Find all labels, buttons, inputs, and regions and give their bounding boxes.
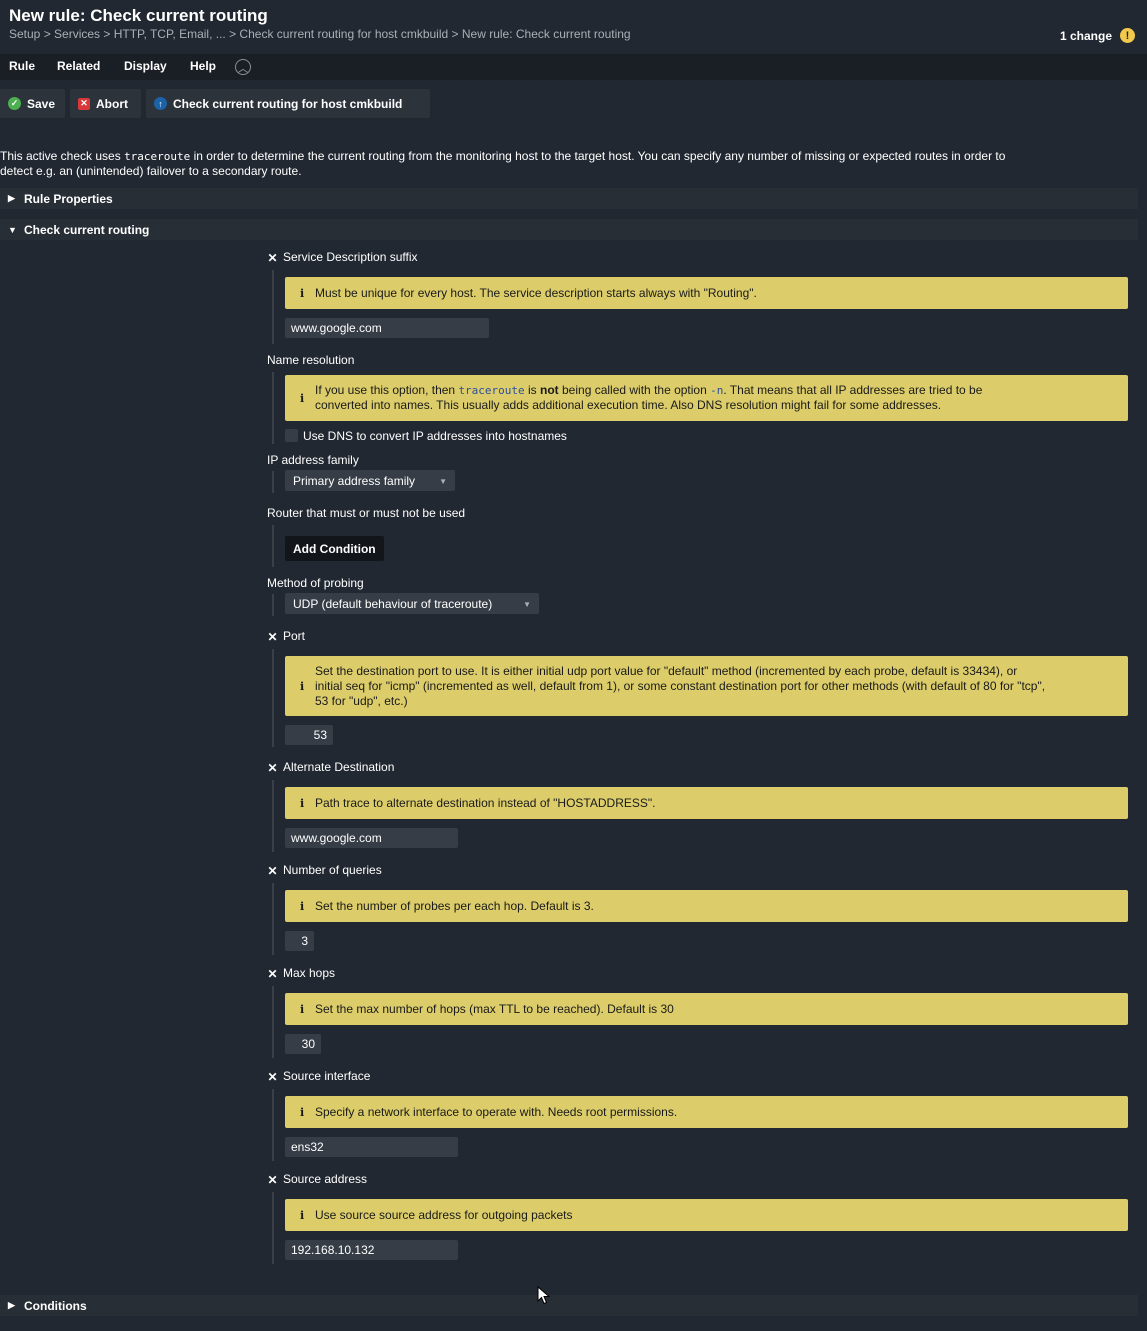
menu-rule[interactable]: Rule xyxy=(9,59,35,73)
triangle-down-icon: ▼ xyxy=(8,224,17,235)
source-iface-label: ✕ Source interface xyxy=(267,1069,371,1084)
port-help: i Set the destination port to use. It is… xyxy=(285,656,1128,716)
indent-line xyxy=(272,372,274,444)
ip-family-select[interactable]: Primary address family ▼ xyxy=(285,470,455,491)
source-iface-help: i Specify a network interface to operate… xyxy=(285,1096,1128,1128)
close-icon[interactable]: ✕ xyxy=(267,631,278,643)
close-icon[interactable]: ✕ xyxy=(267,1071,278,1083)
service-suffix-help: i Must be unique for every host. The ser… xyxy=(285,277,1128,309)
check-routing-host-button[interactable]: ↑ Check current routing for host cmkbuil… xyxy=(146,89,430,118)
info-icon: i xyxy=(300,899,305,913)
max-hops-input[interactable]: 30 xyxy=(285,1034,321,1054)
info-icon: i xyxy=(300,1208,305,1222)
breadcrumb[interactable]: Setup > Services > HTTP, TCP, Email, ...… xyxy=(9,27,631,41)
source-iface-input[interactable]: ens32 xyxy=(285,1137,458,1157)
source-addr-input[interactable]: 192.168.10.132 xyxy=(285,1240,458,1260)
triangle-right-icon: ▶ xyxy=(8,1300,15,1310)
section-rule-properties[interactable]: ▶ Rule Properties xyxy=(0,188,1138,209)
checkmark-icon: ✓ xyxy=(8,97,21,110)
abort-label: Abort xyxy=(96,96,128,111)
section-conditions[interactable]: ▶ Conditions xyxy=(0,1295,1138,1316)
source-addr-label: ✕ Source address xyxy=(267,1172,368,1187)
info-icon: i xyxy=(300,1002,305,1016)
add-condition-button[interactable]: Add Condition xyxy=(285,536,384,561)
indent-line xyxy=(272,525,274,567)
menu-bar: Rule Related Display Help xyxy=(0,54,1147,80)
pending-changes[interactable]: 1 change ! xyxy=(1060,28,1135,43)
indent-line xyxy=(272,780,274,852)
warning-icon[interactable]: ! xyxy=(1120,28,1135,43)
service-suffix-input[interactable]: www.google.com xyxy=(285,318,489,338)
save-button[interactable]: ✓ Save xyxy=(0,89,65,118)
menu-display[interactable]: Display xyxy=(124,59,167,73)
use-dns-checkbox[interactable] xyxy=(285,429,298,442)
service-suffix-label: ✕ Service Description suffix xyxy=(267,250,418,265)
info-icon: i xyxy=(300,796,305,810)
indent-line xyxy=(272,471,274,493)
menu-related[interactable]: Related xyxy=(57,59,100,73)
port-input[interactable]: 53 xyxy=(285,725,333,745)
ip-family-label: IP address family xyxy=(267,453,359,467)
info-icon: i xyxy=(300,391,305,405)
triangle-right-icon: ▶ xyxy=(8,193,15,203)
chevron-down-icon: ▼ xyxy=(523,600,531,609)
router-label: Router that must or must not be used xyxy=(267,506,466,520)
alt-dest-label: ✕ Alternate Destination xyxy=(267,760,395,775)
alt-dest-help: i Path trace to alternate destination in… xyxy=(285,787,1128,819)
chevron-down-icon: ▼ xyxy=(439,477,447,486)
close-icon[interactable]: ✕ xyxy=(267,968,278,980)
page-title: New rule: Check current routing xyxy=(9,6,268,25)
check-routing-host-label: Check current routing for host cmkbuild xyxy=(173,96,403,111)
section-check-current-routing[interactable]: ▼ Check current routing xyxy=(0,219,1138,240)
queries-input[interactable]: 3 xyxy=(285,931,314,951)
chevron-up-icon[interactable]: ︿ xyxy=(235,59,251,75)
info-icon: i xyxy=(300,1105,305,1119)
source-addr-help: i Use source source address for outgoing… xyxy=(285,1199,1128,1231)
indent-line xyxy=(272,270,274,344)
close-icon[interactable]: ✕ xyxy=(267,252,278,264)
save-label: Save xyxy=(27,96,56,111)
info-icon: i xyxy=(300,679,305,693)
mouse-cursor-icon xyxy=(537,1286,551,1305)
queries-label: ✕ Number of queries xyxy=(267,863,382,878)
close-icon[interactable]: ✕ xyxy=(267,762,278,774)
code-traceroute: traceroute xyxy=(124,150,191,163)
abort-button[interactable]: ✕ Abort xyxy=(70,89,141,118)
queries-help: i Set the number of probes per each hop.… xyxy=(285,890,1128,922)
name-resolution-help: i If you use this option, then tracerout… xyxy=(285,375,1128,421)
rule-description: This active check uses traceroute in ord… xyxy=(0,149,1006,178)
cross-icon: ✕ xyxy=(78,97,90,110)
info-circle-icon: ↑ xyxy=(154,97,167,110)
indent-line xyxy=(272,1192,274,1264)
menu-help[interactable]: Help xyxy=(190,59,216,73)
alt-dest-input[interactable]: www.google.com xyxy=(285,828,458,848)
name-resolution-label: Name resolution xyxy=(267,353,355,367)
indent-line xyxy=(272,883,274,955)
indent-line xyxy=(272,1089,274,1161)
indent-line xyxy=(272,594,274,616)
use-dns-label[interactable]: Use DNS to convert IP addresses into hos… xyxy=(303,429,567,443)
page-header: New rule: Check current routing Setup > … xyxy=(0,0,1147,52)
probing-label: Method of probing xyxy=(267,576,364,590)
close-icon[interactable]: ✕ xyxy=(267,1174,278,1186)
port-label: ✕ Port xyxy=(267,629,306,644)
info-icon: i xyxy=(300,286,305,300)
probing-method-select[interactable]: UDP (default behaviour of traceroute) ▼ xyxy=(285,593,539,614)
max-hops-label: ✕ Max hops xyxy=(267,966,336,981)
max-hops-help: i Set the max number of hops (max TTL to… xyxy=(285,993,1128,1025)
changes-label[interactable]: 1 change xyxy=(1060,29,1112,43)
indent-line xyxy=(272,986,274,1058)
indent-line xyxy=(272,649,274,747)
close-icon[interactable]: ✕ xyxy=(267,865,278,877)
